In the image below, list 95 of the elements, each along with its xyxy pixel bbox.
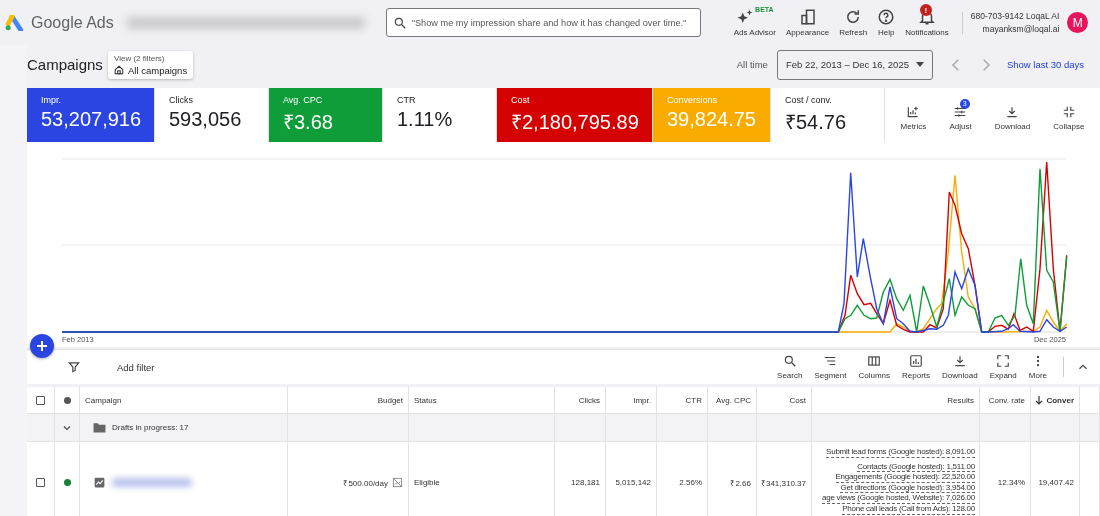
column-header[interactable]: Cost bbox=[789, 395, 806, 405]
segment-icon bbox=[823, 354, 838, 368]
column-header[interactable]: Conv. rate bbox=[988, 395, 1025, 405]
table-cell: 19,407.42 bbox=[1038, 477, 1074, 487]
line-chart-icon bbox=[93, 475, 106, 489]
bar-chart-icon bbox=[798, 8, 817, 26]
toolbar-button[interactable]: Expand bbox=[983, 354, 1023, 380]
column-header[interactable]: Results bbox=[947, 395, 974, 405]
folder-icon bbox=[93, 422, 106, 433]
metric-value: ₹54.76 bbox=[785, 110, 848, 135]
help-icon bbox=[877, 8, 896, 26]
metric-label: Cost / conv. bbox=[785, 95, 833, 105]
metric-value: ₹2,180,795.89 bbox=[511, 110, 638, 135]
result-link[interactable]: age views (Google hosted, Website): 7,026.00 bbox=[822, 493, 975, 504]
column-header[interactable]: CTR bbox=[685, 395, 702, 405]
table-cell-text: ₹2.66 bbox=[730, 477, 751, 488]
result-link[interactable]: Get directions (Google hosted): 3,954.00 bbox=[840, 482, 975, 494]
column-header[interactable]: Clicks bbox=[578, 395, 600, 405]
product-name: Google Ads bbox=[31, 13, 114, 32]
result-link[interactable]: Submit lead forms (Google hosted): 8,091.00 bbox=[826, 447, 975, 458]
table-cell: 12.34% bbox=[997, 477, 1025, 487]
checkbox[interactable] bbox=[36, 477, 45, 487]
add-filter-button[interactable]: Add filter bbox=[111, 360, 161, 374]
metric-label: Impr. bbox=[41, 95, 62, 105]
search-field[interactable]: "Show me my impression share and how it has changed over time." bbox=[385, 8, 701, 37]
toolbar-button[interactable]: Download bbox=[986, 98, 1039, 132]
expand-icon bbox=[996, 354, 1011, 368]
collapse-icon bbox=[1061, 104, 1076, 119]
download-icon bbox=[952, 354, 967, 368]
toolbar-button[interactable]: Search bbox=[771, 354, 809, 380]
sort-down-icon bbox=[1035, 395, 1044, 405]
toolbar-button[interactable]: Reports bbox=[896, 354, 937, 380]
metric-value: 1.11% bbox=[397, 108, 454, 131]
caret-icon bbox=[915, 62, 924, 67]
account-name: 680-703-9142 LoqaL AI bbox=[970, 11, 1060, 21]
column-header[interactable]: Budget bbox=[377, 395, 403, 405]
metric-value: 593,056 bbox=[169, 108, 243, 131]
metric-label: Cost bbox=[511, 95, 531, 105]
chart-off-icon bbox=[392, 476, 403, 488]
show-last-30-days-link[interactable]: Show last 30 days bbox=[1006, 59, 1084, 70]
metric-label: Clicks bbox=[169, 95, 194, 105]
metric-value: 53,207,916 bbox=[41, 108, 140, 131]
search-icon bbox=[782, 354, 797, 368]
avatar[interactable]: M bbox=[1067, 12, 1089, 33]
toolbar-button[interactable]: Download bbox=[936, 354, 984, 380]
toolbar-button[interactable]: Columns bbox=[852, 354, 897, 380]
column-header[interactable]: Status bbox=[414, 395, 437, 405]
toolbar-button[interactable]: Appearance bbox=[781, 8, 835, 37]
column-header[interactable]: Campaign bbox=[85, 395, 122, 405]
metric-value: ₹3.68 bbox=[283, 110, 334, 135]
result-link[interactable]: Engagements (Google hosted): 22,520.00 bbox=[835, 472, 975, 483]
home-icon bbox=[114, 65, 124, 75]
status-dot-header bbox=[63, 396, 71, 404]
table-cell-text: ₹341,310.37 bbox=[760, 477, 806, 488]
select-all-checkbox[interactable] bbox=[36, 395, 45, 405]
filter-icon bbox=[67, 360, 81, 374]
table-cell: Eligible bbox=[414, 477, 440, 487]
columns-icon bbox=[867, 354, 882, 368]
table-cell-text: ₹500.00/day bbox=[343, 477, 388, 488]
date-range-dropdown[interactable]: Feb 22, 2013 – Dec 16, 2025 bbox=[776, 49, 933, 80]
column-header[interactable]: Impr. bbox=[633, 395, 651, 405]
metric-value: 39,824.75 bbox=[667, 108, 756, 131]
view-selector[interactable]: View (2 filters) All campaigns bbox=[108, 50, 194, 79]
download-icon bbox=[1005, 104, 1020, 119]
toolbar-button[interactable]: Collapse bbox=[1045, 98, 1093, 132]
report-icon bbox=[909, 354, 924, 368]
column-header[interactable]: Conver bbox=[1035, 395, 1074, 405]
add-chart-icon bbox=[906, 104, 921, 119]
toolbar-button[interactable]: Refresh bbox=[834, 8, 873, 37]
toolbar-button[interactable]: Metrics bbox=[892, 98, 935, 132]
metric-card[interactable]: Avg. CPC ₹3.68 bbox=[269, 88, 383, 142]
sliders-icon bbox=[953, 104, 968, 119]
metric-card[interactable]: Impr. 53,207,916 bbox=[27, 88, 155, 142]
toolbar-button[interactable]: More bbox=[1022, 354, 1053, 380]
account-email: mayanksm@loqal.ai bbox=[982, 24, 1060, 34]
metric-label: Avg. CPC bbox=[283, 95, 324, 105]
page-title: Campaigns bbox=[27, 56, 104, 73]
google-ads-logo bbox=[5, 14, 24, 31]
metric-card[interactable]: Cost ₹2,180,795.89 bbox=[497, 88, 653, 142]
metric-label: Conversions bbox=[667, 95, 719, 105]
add-button[interactable] bbox=[30, 334, 54, 358]
plus-icon bbox=[36, 340, 48, 352]
search-icon bbox=[392, 15, 407, 30]
alert-badge: ! bbox=[919, 4, 932, 16]
column-header[interactable]: Avg. CPC bbox=[716, 395, 751, 405]
table-cell: 5,015,142 bbox=[615, 477, 651, 487]
result-link[interactable]: Contacts (Google hosted): 1,511.00 bbox=[857, 461, 975, 473]
toolbar-button[interactable]: Segment bbox=[808, 354, 853, 380]
group-label: Drafts in progress: 17 bbox=[112, 423, 189, 432]
result-link[interactable]: Phone call leads (Call from Ads): 128.00 bbox=[842, 503, 975, 515]
toolbar-button[interactable]: Help bbox=[872, 8, 901, 37]
table-cell: 128,181 bbox=[571, 477, 600, 487]
metric-label: CTR bbox=[397, 95, 417, 105]
table-cell: 2.56% bbox=[679, 477, 702, 487]
range-label: All time bbox=[736, 59, 768, 70]
